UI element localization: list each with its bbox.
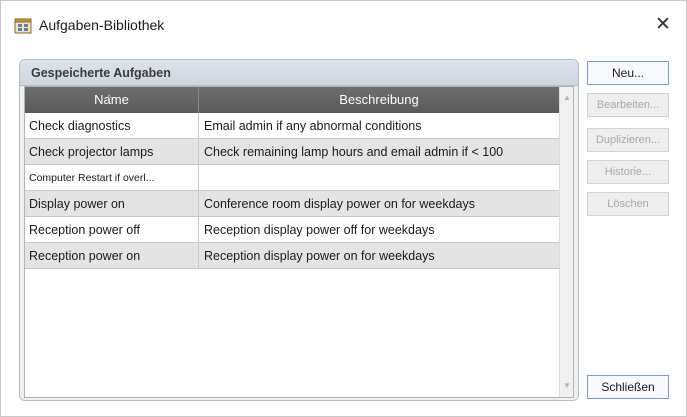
task-library-dialog: Aufgaben-Bibliothek ✕ Gespeicherte Aufga… [0,0,687,417]
table-row[interactable]: Display power on Conference room display… [25,191,559,217]
duplicate-button[interactable]: Duplizieren... [587,128,669,152]
edit-button[interactable]: Bearbeiten... [587,93,669,117]
row-description-cell: Email admin if any abnormal conditions [204,119,422,133]
row-description-cell: Conference room display power on for wee… [204,197,475,211]
tasks-table: ^ Name Beschreibung Check diagnostics Em… [24,86,574,398]
row-name-cell: Reception power on [25,243,199,269]
table-row[interactable]: Computer Restart if overl... [25,165,559,191]
table-row[interactable]: Check projector lamps Check remaining la… [25,139,559,165]
delete-button[interactable]: Löschen [587,192,669,216]
close-button[interactable]: Schließen [587,375,669,399]
sort-caret-icon: ^ [107,93,112,103]
row-name-cell: Computer Restart if overl... [25,165,199,191]
vertical-scrollbar[interactable]: ▲ ▼ [559,87,573,397]
scroll-up-icon[interactable]: ▲ [560,91,574,105]
table-row[interactable]: Check diagnostics Email admin if any abn… [25,113,559,139]
history-button[interactable]: Historie... [587,160,669,184]
group-title: Gespeicherte Aufgaben [31,66,171,80]
table-row[interactable]: Reception power off Reception display po… [25,217,559,243]
column-header-name[interactable]: ^ Name [25,87,199,113]
row-name-cell: Check projector lamps [25,139,199,165]
group-header: Gespeicherte Aufgaben [20,60,578,86]
column-header-description[interactable]: Beschreibung [199,87,559,113]
window-title: Aufgaben-Bibliothek [39,17,165,33]
saved-tasks-group: Gespeicherte Aufgaben ^ Name Beschreibun… [19,59,579,401]
row-name-cell: Check diagnostics [25,113,199,139]
new-button[interactable]: Neu... [587,61,669,85]
task-library-icon [14,18,32,34]
table-row[interactable]: Reception power on Reception display pow… [25,243,559,269]
row-description-cell: Reception display power off for weekdays [204,223,435,237]
row-description-cell: Check remaining lamp hours and email adm… [204,145,504,159]
close-icon[interactable]: ✕ [650,13,676,37]
row-name-cell: Display power on [25,191,199,217]
row-description-cell [199,165,559,191]
table-header: ^ Name Beschreibung [25,87,559,113]
column-header-name-label: Name [94,92,129,107]
title-bar: Aufgaben-Bibliothek ✕ [1,1,686,47]
row-name-cell: Reception power off [25,217,199,243]
scroll-down-icon[interactable]: ▼ [560,379,574,393]
row-description-cell: Reception display power on for weekdays [204,249,435,263]
